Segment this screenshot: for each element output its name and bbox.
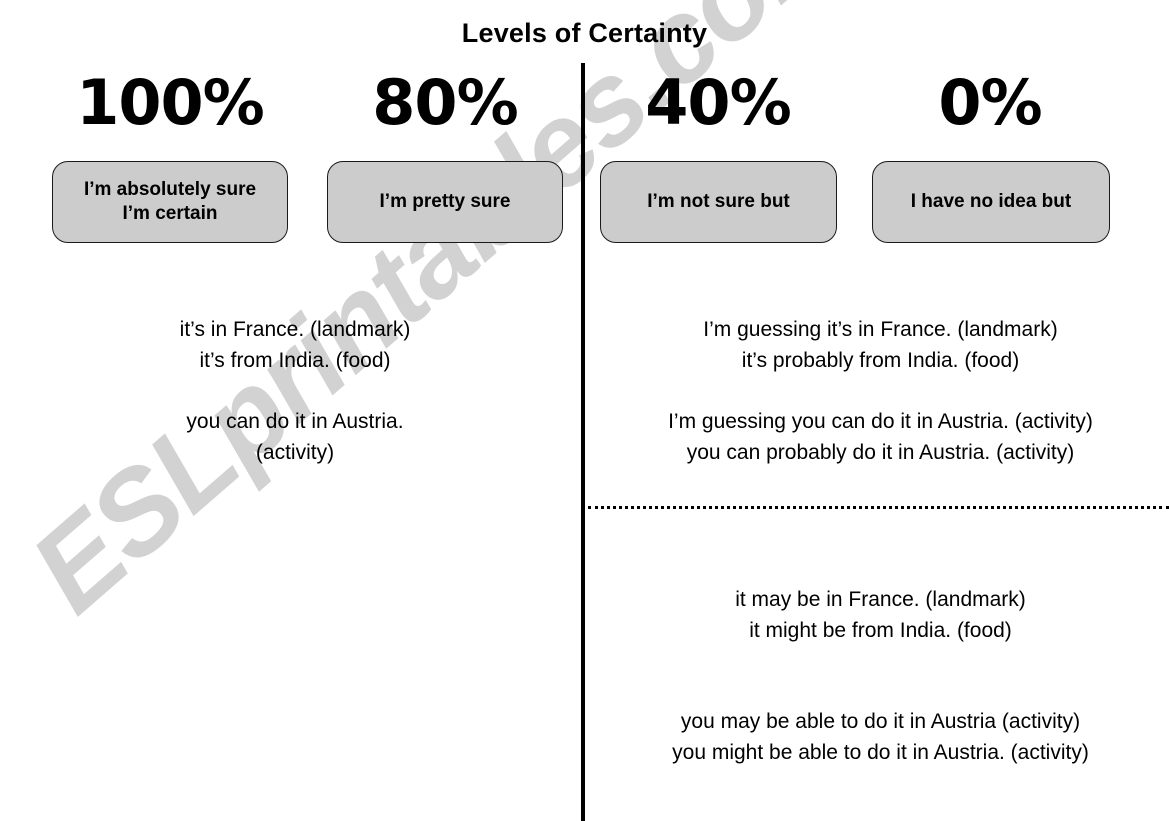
- left-examples-activity: you can do it in Austria. (activity): [186, 410, 404, 464]
- percent-heading-80: 80%: [372, 66, 518, 139]
- phrase-box-absolutely-sure: I’m absolutely sure I’m certain: [52, 161, 288, 243]
- phrase-box-label: I have no idea but: [910, 191, 1072, 213]
- page-title: Levels of Certainty: [461, 18, 708, 48]
- phrase-box-not-sure-but: I’m not sure but: [600, 161, 837, 243]
- phrase-box-label: I’m pretty sure: [379, 191, 511, 213]
- right-examples-may-might-statements: it may be in France. (landmark) it might…: [735, 588, 1026, 642]
- right-examples-guessing-statements: I’m guessing it’s in France. (landmark) …: [703, 318, 1058, 372]
- phrase-box-pretty-sure: I’m pretty sure: [327, 161, 563, 243]
- vertical-divider: [581, 63, 585, 821]
- percent-heading-40: 40%: [645, 66, 791, 139]
- phrase-box-label: I’m absolutely sure I’m certain: [83, 179, 257, 224]
- phrase-box-label: I’m not sure but: [647, 191, 790, 213]
- phrase-box-no-idea-but: I have no idea but: [872, 161, 1110, 243]
- right-examples-guessing-activity: I’m guessing you can do it in Austria. (…: [668, 410, 1093, 464]
- dotted-divider: [588, 506, 1169, 509]
- percent-heading-100: 100%: [76, 66, 265, 139]
- right-examples-may-might-activity: you may be able to do it in Austria (act…: [672, 710, 1089, 764]
- percent-heading-0: 0%: [938, 66, 1042, 139]
- worksheet-page: ESLprintables.com Levels of Certainty 10…: [0, 0, 1169, 821]
- left-examples-statements: it’s in France. (landmark) it’s from Ind…: [179, 318, 411, 372]
